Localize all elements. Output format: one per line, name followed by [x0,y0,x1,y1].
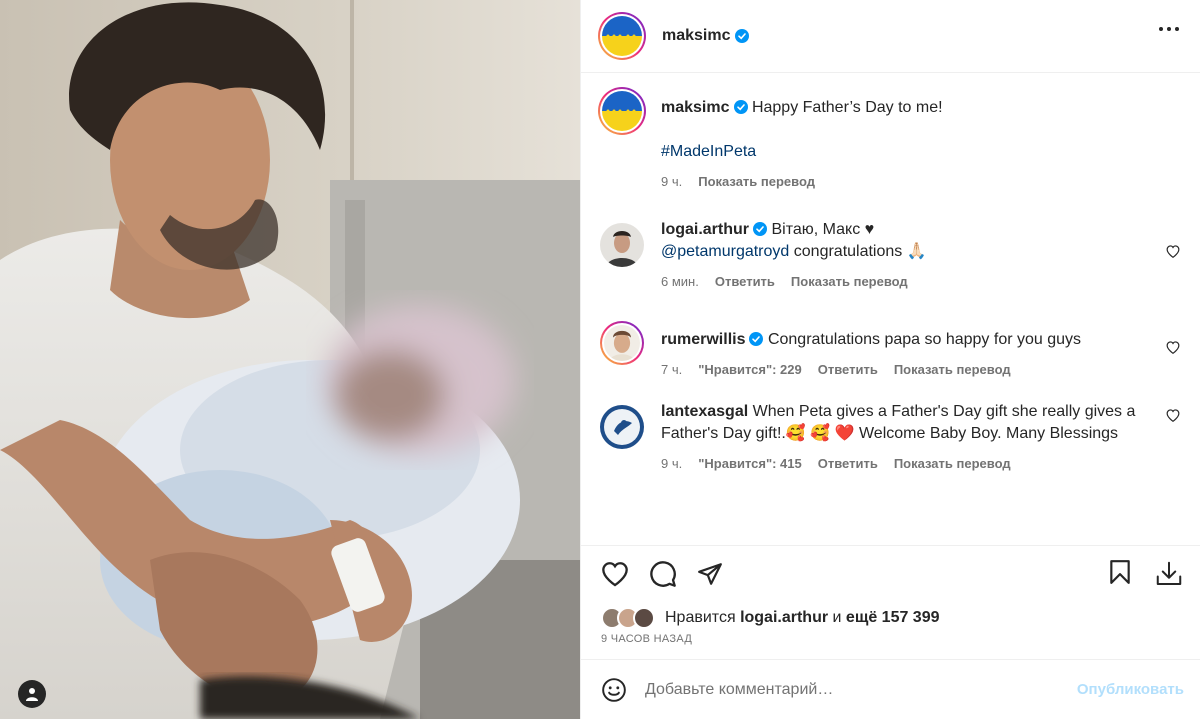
comment-input[interactable] [645,680,1077,699]
author-avatar[interactable] [598,12,646,60]
like-button[interactable] [601,561,629,587]
post-photo[interactable] [0,0,580,719]
share-button[interactable] [697,561,723,587]
comment-text: Congratulations papa so happy for you gu… [767,331,1082,348]
caption-text: Happy Father’s Day to me! [751,99,943,116]
likes-prefix: Нравится [665,609,736,626]
user-tag-button[interactable] [18,680,46,708]
commenter-username[interactable]: rumerwillis [661,331,745,348]
commenter-avatar[interactable] [600,223,644,267]
translate-link[interactable]: Показать перевод [791,271,908,293]
translate-link[interactable]: Показать перевод [894,359,1011,381]
caption-hashtag[interactable]: #MadeInPeta [661,143,756,160]
heart-small-icon[interactable] [1166,409,1180,422]
post-side-panel: maksimc maksimc Happy Father’s Day to me… [580,0,1200,719]
reply-button[interactable]: Ответить [715,271,775,293]
author-username[interactable]: maksimc [662,27,731,45]
commenter-avatar[interactable] [600,405,644,449]
publish-button[interactable]: Опубликовать [1077,681,1184,698]
translate-link[interactable]: Показать перевод [894,453,1011,475]
comment-button[interactable] [649,560,677,588]
comment-mention[interactable]: @petamurgatroyd [661,243,789,260]
caption-time[interactable]: 9 ч. [661,171,682,193]
caption: maksimc Happy Father’s Day to me! #MadeI… [598,87,1184,193]
comment-time[interactable]: 6 мин. [661,271,699,293]
ukraine-flag-avatar-image [602,16,642,56]
user-tag-icon [26,688,38,701]
likes-and: и [832,609,842,626]
caption-author-avatar[interactable] [598,87,646,135]
share-icon [698,562,722,585]
verified-icon [753,222,768,236]
caption-username[interactable]: maksimc [661,99,730,116]
heart-small-icon[interactable] [1166,245,1180,258]
reply-button[interactable]: Ответить [818,453,878,475]
emoji-icon[interactable] [601,677,627,703]
more-icon[interactable] [1158,26,1180,32]
post-photo-image [0,0,580,719]
download-button[interactable] [1154,559,1184,589]
liker-avatar [633,607,655,629]
ukraine-flag-avatar-image [602,91,642,131]
commenter-avatar[interactable] [600,321,644,365]
post-header: maksimc [581,0,1200,73]
verified-icon [734,29,749,43]
verified-icon [749,332,764,346]
comment-text: Вітаю, Макс ♥ [771,221,875,238]
comment-item: lantexasgal When Peta gives a Father's D… [598,403,1184,475]
comment-composer: Опубликовать [581,659,1200,719]
save-button[interactable] [1108,559,1132,589]
comment-likes-count[interactable]: "Нравится": 415 [698,453,802,475]
comment-item: rumerwillis Congratulations papa so happ… [598,321,1184,381]
comment-icon [650,560,676,587]
comment-likes-count[interactable]: "Нравится": 229 [698,359,802,381]
verified-icon [733,100,748,114]
heart-small-icon[interactable] [1166,341,1180,354]
liker-avatars [601,607,655,629]
commenter-username[interactable]: logai.arthur [661,221,749,238]
comment-text-2: congratulations 🙏🏻 [793,243,927,260]
comment-item: logai.arthur Вітаю, Макс ♥ @petamurgatro… [598,219,1184,293]
post-timestamp[interactable]: 9 ЧАСОВ НАЗАД [581,631,1200,659]
save-icon [1110,559,1130,584]
download-icon [1156,561,1182,585]
comments-list[interactable]: maksimc Happy Father’s Day to me! #MadeI… [581,73,1200,545]
likes-user[interactable]: logai.arthur [740,609,828,627]
commenter-username[interactable]: lantexasgal [661,403,748,420]
comment-time[interactable]: 7 ч. [661,359,682,381]
action-bar [581,545,1200,601]
reply-button[interactable]: Ответить [818,359,878,381]
commenter-avatar-image [604,325,640,361]
like-icon [602,561,628,586]
caption-translate-link[interactable]: Показать перевод [698,171,815,193]
comment-time[interactable]: 9 ч. [661,453,682,475]
likes-count[interactable]: ещё 157 399 [846,609,940,627]
likes-summary[interactable]: Нравится logai.arthur и ещё 157 399 [581,601,1200,631]
